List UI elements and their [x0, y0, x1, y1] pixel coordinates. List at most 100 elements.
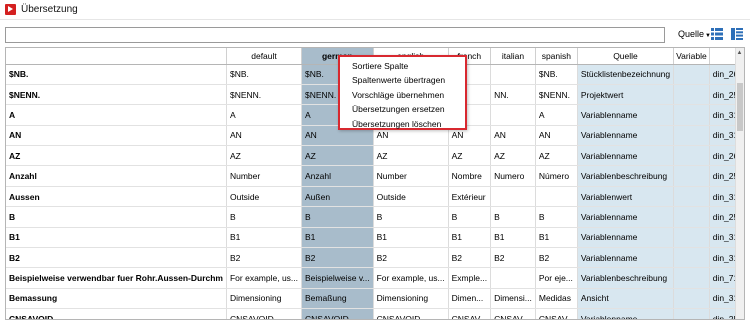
- cell-italian[interactable]: NN.: [490, 84, 536, 106]
- cell-spanish[interactable]: Medidas: [535, 288, 578, 310]
- cell-italian[interactable]: Dimensi...: [490, 288, 536, 310]
- cell-spanish[interactable]: AN: [535, 125, 578, 147]
- cell-default[interactable]: A: [226, 104, 303, 126]
- cell-english[interactable]: B: [373, 206, 449, 228]
- key-cell[interactable]: $NENN.: [6, 84, 227, 106]
- cell-default[interactable]: B2: [226, 247, 303, 269]
- cell-german[interactable]: Anzahl: [301, 165, 374, 187]
- menu-item-replace-translations[interactable]: Übersetzungen ersetzen: [340, 102, 465, 116]
- cell-spanish[interactable]: Número: [535, 165, 578, 187]
- cell-french[interactable]: B2: [448, 247, 492, 269]
- cell-default[interactable]: Number: [226, 165, 303, 187]
- scroll-up-icon[interactable]: ▲: [736, 50, 743, 56]
- key-cell[interactable]: AN: [6, 125, 227, 147]
- key-cell[interactable]: B: [6, 206, 227, 228]
- cell-italian[interactable]: [490, 267, 536, 289]
- cell-spanish[interactable]: [535, 186, 578, 208]
- scroll-thumb[interactable]: [737, 83, 743, 131]
- cell-default[interactable]: AZ: [226, 145, 303, 167]
- cell-english[interactable]: Number: [373, 165, 449, 187]
- cell-spanish[interactable]: $NB.: [535, 64, 578, 85]
- cell-english[interactable]: For example, us...: [373, 267, 449, 289]
- key-cell[interactable]: $NB.: [6, 64, 227, 85]
- cell-default[interactable]: Dimensioning: [226, 288, 303, 310]
- cell-french[interactable]: Extérieur: [448, 186, 492, 208]
- key-cell[interactable]: Beispielweise verwendbar fuer Rohr.Ausse…: [6, 267, 227, 289]
- key-cell[interactable]: AZ: [6, 145, 227, 167]
- cell-french[interactable]: Dimen...: [448, 288, 492, 310]
- table-row[interactable]: B1 B1 B1 B1 B1 B1 B1 Variablenname din_3…: [6, 227, 744, 249]
- key-cell[interactable]: B2: [6, 247, 227, 269]
- source-dropdown[interactable]: Quelle ▼: [678, 29, 711, 39]
- key-cell[interactable]: Aussen: [6, 186, 227, 208]
- cell-english[interactable]: B1: [373, 227, 449, 249]
- column-header-default[interactable]: default: [226, 48, 303, 65]
- key-cell[interactable]: Anzahl: [6, 165, 227, 187]
- cell-default[interactable]: For example, us...: [226, 267, 303, 289]
- filter-input[interactable]: [5, 27, 665, 43]
- table-row[interactable]: B B B B B B B Variablenname din_2573.prj…: [6, 206, 744, 228]
- cell-default[interactable]: $NB.: [226, 64, 303, 85]
- cell-default[interactable]: $NENN.: [226, 84, 303, 106]
- table-row[interactable]: Bemassung Dimensioning Bemaßung Dimensio…: [6, 288, 744, 310]
- cell-italian[interactable]: [490, 104, 536, 126]
- column-header-quelle[interactable]: Quelle: [577, 48, 675, 65]
- cell-default[interactable]: B1: [226, 227, 303, 249]
- column-header-variable[interactable]: Variable: [673, 48, 710, 65]
- cell-spanish[interactable]: CNSAV...: [535, 308, 578, 319]
- cell-default[interactable]: Outside: [226, 186, 303, 208]
- menu-item-accept-suggestions[interactable]: Vorschläge übernehmen: [340, 88, 465, 102]
- cell-german[interactable]: Beispielweise v...: [301, 267, 374, 289]
- cell-italian[interactable]: Numero: [490, 165, 536, 187]
- cell-spanish[interactable]: B: [535, 206, 578, 228]
- cell-english[interactable]: Dimensioning: [373, 288, 449, 310]
- cell-italian[interactable]: AN: [490, 125, 536, 147]
- cell-italian[interactable]: B2: [490, 247, 536, 269]
- key-cell[interactable]: B1: [6, 227, 227, 249]
- cell-default[interactable]: CNSAVOID: [226, 308, 303, 319]
- cell-german[interactable]: B2: [301, 247, 374, 269]
- cell-german[interactable]: B1: [301, 227, 374, 249]
- cell-spanish[interactable]: B1: [535, 227, 578, 249]
- column-header-italian[interactable]: italian: [490, 48, 536, 65]
- cell-default[interactable]: AN: [226, 125, 303, 147]
- cell-french[interactable]: CNSAV...: [448, 308, 492, 319]
- table-row[interactable]: Aussen Outside Außen Outside Extérieur V…: [6, 186, 744, 208]
- table-row[interactable]: Beispielweise verwendbar fuer Rohr.Ausse…: [6, 267, 744, 289]
- table-row[interactable]: CNSAVOID CNSAVOID CNSAVOID CNSAVOID CNSA…: [6, 308, 744, 319]
- cell-spanish[interactable]: A: [535, 104, 578, 126]
- cell-german[interactable]: Außen: [301, 186, 374, 208]
- cell-spanish[interactable]: $NENN.: [535, 84, 578, 106]
- cell-italian[interactable]: CNSAV...: [490, 308, 536, 319]
- cell-italian[interactable]: B: [490, 206, 536, 228]
- cell-german[interactable]: CNSAVOID: [301, 308, 374, 319]
- key-cell[interactable]: Bemassung: [6, 288, 227, 310]
- cell-italian[interactable]: AZ: [490, 145, 536, 167]
- list-view-icon[interactable]: [711, 28, 723, 40]
- table-row[interactable]: Anzahl Number Anzahl Number Nombre Numer…: [6, 165, 744, 187]
- cell-french[interactable]: Exmple...: [448, 267, 492, 289]
- cell-french[interactable]: Nombre: [448, 165, 492, 187]
- vertical-scrollbar[interactable]: ▲: [735, 48, 744, 319]
- cell-english[interactable]: CNSAVOID: [373, 308, 449, 319]
- cell-spanish[interactable]: AZ: [535, 145, 578, 167]
- menu-item-transfer-values[interactable]: Spaltenwerte übertragen: [340, 73, 465, 87]
- key-cell[interactable]: A: [6, 104, 227, 126]
- cell-spanish[interactable]: Por eje...: [535, 267, 578, 289]
- cell-english[interactable]: Outside: [373, 186, 449, 208]
- cell-german[interactable]: AZ: [301, 145, 374, 167]
- cell-italian[interactable]: B1: [490, 227, 536, 249]
- menu-item-sort-column[interactable]: Sortiere Spalte: [340, 59, 465, 73]
- cell-english[interactable]: AZ: [373, 145, 449, 167]
- cell-german[interactable]: B: [301, 206, 374, 228]
- detail-view-icon[interactable]: [731, 28, 743, 40]
- column-header-spanish[interactable]: spanish: [535, 48, 578, 65]
- column-header[interactable]: [6, 48, 227, 65]
- key-cell[interactable]: CNSAVOID: [6, 308, 227, 319]
- cell-default[interactable]: B: [226, 206, 303, 228]
- cell-french[interactable]: AZ: [448, 145, 492, 167]
- cell-italian[interactable]: [490, 64, 536, 85]
- cell-french[interactable]: B1: [448, 227, 492, 249]
- cell-english[interactable]: B2: [373, 247, 449, 269]
- cell-italian[interactable]: [490, 186, 536, 208]
